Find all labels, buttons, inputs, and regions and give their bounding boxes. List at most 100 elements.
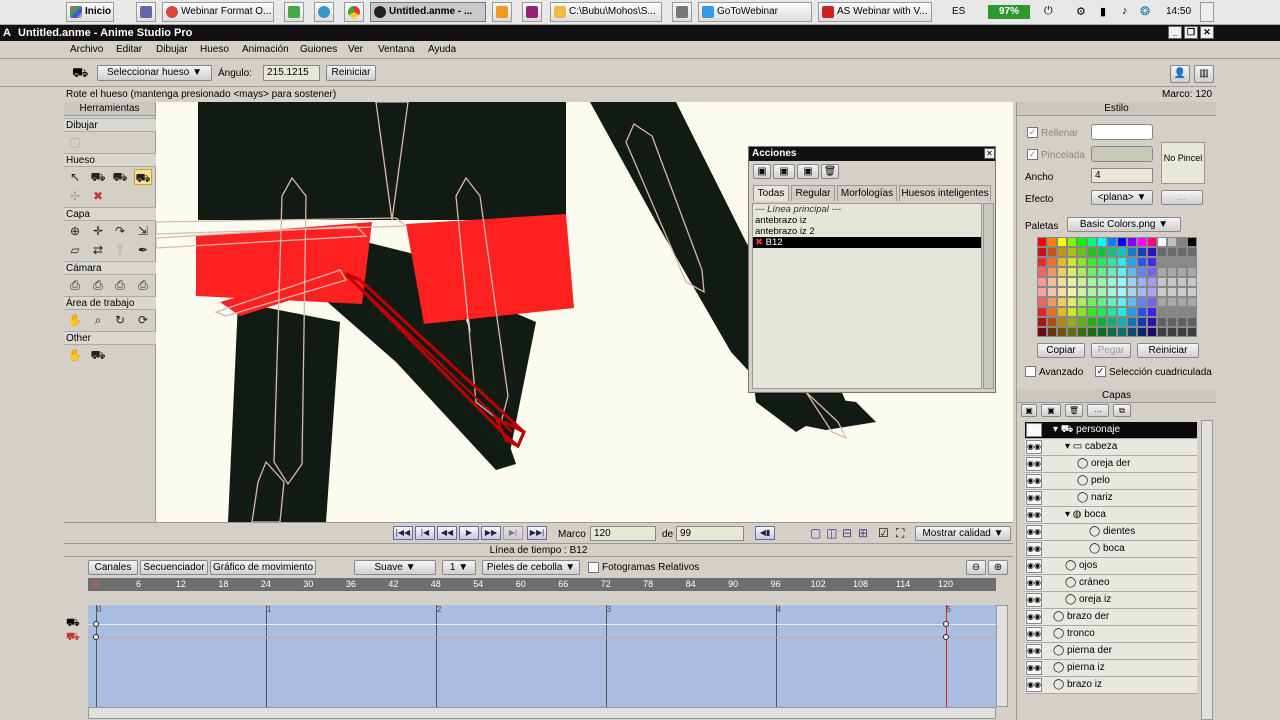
palette-swatch[interactable] [1077,257,1087,267]
palette-swatch[interactable] [1177,327,1187,337]
palette-swatch[interactable] [1147,307,1157,317]
palette-swatch[interactable] [1097,257,1107,267]
palette-swatch[interactable] [1127,287,1137,297]
paste-button[interactable]: Pegar [1091,343,1131,358]
palette-swatch[interactable] [1097,307,1107,317]
actions-scrollbar[interactable] [983,203,994,389]
visibility-eye-icon[interactable]: ◉◉ [1026,559,1042,573]
layer-row[interactable]: ◉◉ ◯ brazo der [1025,609,1197,626]
palette-swatch[interactable] [1117,317,1127,327]
palette-swatch[interactable] [1057,257,1067,267]
interpolation-count-dropdown[interactable]: 1 ▼ [442,560,476,575]
palette-swatch[interactable] [1117,257,1127,267]
clock[interactable]: 14:50 [1166,6,1191,17]
palette-swatch[interactable] [1067,307,1077,317]
palette-swatch[interactable] [1117,277,1127,287]
zoom-in-timeline-icon[interactable]: ⊕ [988,560,1008,575]
timeline-vscrollbar[interactable] [996,605,1008,707]
palette-swatch[interactable] [1177,267,1187,277]
palette-swatch[interactable] [1167,327,1177,337]
start-button[interactable]: Inicio [66,2,114,22]
palette-swatch[interactable] [1147,237,1157,247]
palette-swatch[interactable] [1087,287,1097,297]
layer-row[interactable]: ◉◉ ▾ ⛟ personaje [1025,422,1197,439]
palette-swatch[interactable] [1167,317,1177,327]
palette-swatch[interactable] [1167,297,1177,307]
palette-swatch[interactable] [1147,257,1157,267]
zoom-tool-icon[interactable]: ⌕ [89,312,107,328]
visibility-eye-icon[interactable]: ◉◉ [1026,491,1042,505]
layer-row[interactable]: ◉◉ ◯ brazo iz [1025,677,1197,694]
other-tool-2-icon[interactable]: ⛟ [89,347,107,363]
visibility-eye-icon[interactable]: ◉◉ [1026,474,1042,488]
quicklaunch-button-2[interactable] [284,2,304,22]
minimize-button[interactable]: _ [1168,26,1182,39]
select-bone-tool-icon[interactable]: ↖ [66,169,84,185]
palette-swatch[interactable] [1047,287,1057,297]
scale-layer-tool-icon[interactable]: ⇲ [134,223,152,239]
palette-swatch[interactable] [1107,327,1117,337]
palette-swatch[interactable] [1067,237,1077,247]
fill-checkbox[interactable]: ✓ [1027,127,1038,138]
language-indicator[interactable]: ES [952,6,965,17]
palette-swatch[interactable] [1147,327,1157,337]
palette-swatch[interactable] [1187,257,1197,267]
palette-swatch[interactable] [1167,307,1177,317]
palette-swatch[interactable] [1177,237,1187,247]
taskbar-item-pdf[interactable]: AS Webinar with V... [818,2,932,22]
quicklaunch-button-3[interactable] [314,2,334,22]
palette-swatch[interactable] [1187,247,1197,257]
visibility-eye-icon[interactable]: ◉◉ [1026,525,1042,539]
scale-bone-tool-icon[interactable]: ⛟ [111,169,129,185]
menu-guiones[interactable]: Guiones [300,44,337,55]
palette-swatch[interactable] [1167,237,1177,247]
palette-swatch[interactable] [1117,287,1127,297]
palette-swatch[interactable] [1177,297,1187,307]
other-tool-icon[interactable]: ✋ [66,347,84,363]
play-button[interactable]: ▶ [459,526,479,540]
layers-scrollbar[interactable] [1201,420,1213,720]
visibility-eye-icon[interactable]: ◉◉ [1026,610,1042,624]
list-item[interactable]: --- Línea principal --- [753,204,981,215]
palette-swatch[interactable] [1077,237,1087,247]
layer-row[interactable]: ◉◉ ▾ ▭ cabeza [1025,439,1197,456]
palette-swatch[interactable] [1037,307,1047,317]
palette-swatch[interactable] [1067,287,1077,297]
audio-button[interactable]: ◀▮ [755,526,775,540]
duplicate-action-button[interactable]: ▣ [773,164,795,179]
palette-swatch[interactable] [1187,237,1197,247]
tab-huesos-inteligentes[interactable]: Huesos inteligentes [899,185,991,201]
palette-swatch[interactable] [1177,307,1187,317]
frame-field[interactable]: 120 [590,526,656,541]
palette-swatch[interactable] [1157,327,1167,337]
visibility-eye-icon[interactable]: ◉◉ [1026,457,1042,471]
palette-swatch[interactable] [1097,237,1107,247]
palette-swatch[interactable] [1057,307,1067,317]
step-back-button[interactable]: ◀◀ [437,526,457,540]
palette-swatch[interactable] [1137,277,1147,287]
palette-swatch[interactable] [1057,327,1067,337]
palette-swatch[interactable] [1167,247,1177,257]
palette-swatch[interactable] [1187,287,1197,297]
zoom-out-timeline-icon[interactable]: ⊖ [966,560,986,575]
palette-swatch[interactable] [1137,257,1147,267]
visibility-eye-icon[interactable]: ◉◉ [1026,678,1042,692]
layer-row[interactable]: ◉◉ ◯ nariz [1025,490,1197,507]
battery-indicator[interactable]: 97% [988,5,1030,19]
palette-swatch[interactable] [1107,317,1117,327]
globe-icon[interactable]: ❂ [1140,4,1150,18]
angle-field[interactable]: 215.1215 [263,65,320,81]
draw-tool-icon[interactable]: ▢ [66,134,84,150]
flip-layer-tool-icon[interactable]: ⇄ [89,242,107,258]
palette-swatch[interactable] [1187,277,1197,287]
relative-frames-checkbox[interactable] [588,562,599,573]
palette-swatch[interactable] [1057,237,1067,247]
onion-skins-dropdown[interactable]: Pieles de cebolla ▼ [482,560,580,575]
palette-swatch[interactable] [1057,267,1067,277]
menu-ventana[interactable]: Ventana [378,44,415,55]
quicklaunch-button[interactable] [136,2,156,22]
palette-swatch[interactable] [1037,327,1047,337]
menu-ver[interactable]: Ver [348,44,363,55]
palette-swatch[interactable] [1127,307,1137,317]
effect-options-button[interactable]: … [1161,190,1203,205]
